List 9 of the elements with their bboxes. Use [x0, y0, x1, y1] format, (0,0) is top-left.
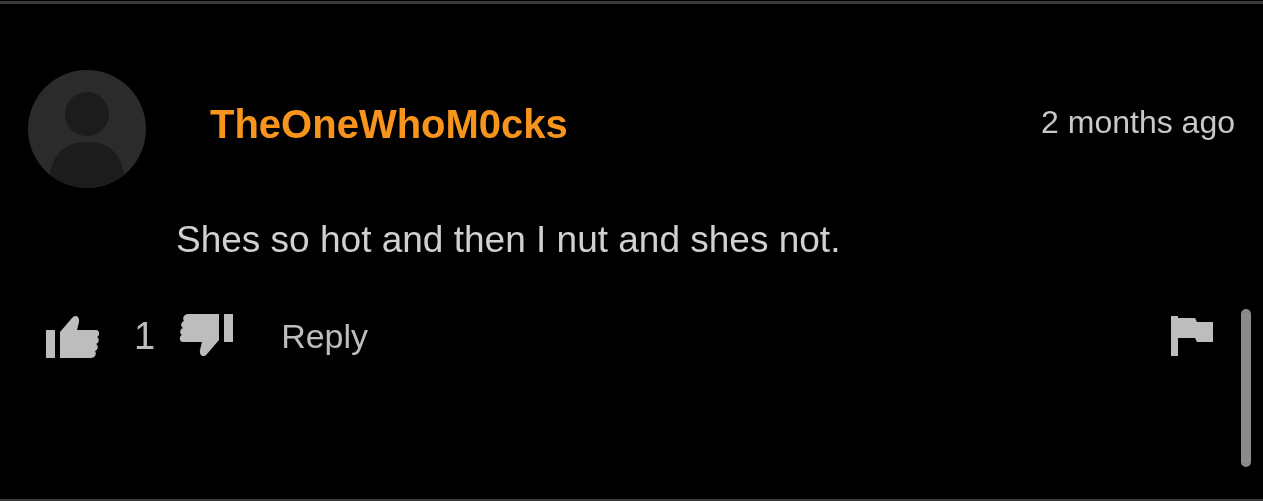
- username[interactable]: TheOneWhoM0cks: [210, 94, 568, 154]
- flag-icon[interactable]: [1171, 316, 1213, 356]
- thumbs-down-icon[interactable]: [179, 314, 234, 358]
- reply-button[interactable]: Reply: [281, 310, 369, 362]
- scrollbar[interactable]: [1241, 309, 1251, 467]
- like-count: 1: [134, 313, 156, 359]
- timestamp: 2 months ago: [1041, 103, 1235, 142]
- thumbs-up-icon[interactable]: [46, 314, 100, 358]
- comment-text: Shes so hot and then I nut and shes not.: [175, 218, 842, 262]
